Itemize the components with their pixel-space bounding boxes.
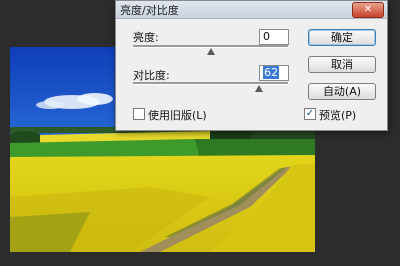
cancel-button-label: 取消 (331, 58, 353, 71)
legacy-checkbox[interactable] (133, 108, 145, 120)
contrast-slider-track[interactable] (133, 82, 288, 85)
contrast-input[interactable]: 62 (259, 65, 289, 81)
ok-button[interactable]: 确定 (308, 29, 376, 46)
brightness-label: 亮度: (133, 31, 159, 44)
close-icon: ✕ (363, 4, 373, 15)
brightness-contrast-dialog: 亮度/对比度 ✕ 亮度: 0 对比度: 62 确定 取消 自动(A) 使用旧版(… (115, 0, 388, 131)
contrast-slider-thumb[interactable] (254, 85, 263, 92)
contrast-label: 对比度: (133, 69, 170, 82)
auto-button-label: 自动(A) (322, 85, 362, 98)
dialog-titlebar[interactable]: 亮度/对比度 ✕ (116, 1, 387, 19)
cancel-button[interactable]: 取消 (308, 56, 376, 73)
checkmark-icon: ✓ (305, 108, 315, 119)
preview-checkbox[interactable]: ✓ (304, 108, 316, 120)
brightness-value: 0 (263, 30, 270, 43)
close-button[interactable]: ✕ (352, 2, 384, 18)
workspace-canvas: 亮度/对比度 ✕ 亮度: 0 对比度: 62 确定 取消 自动(A) 使用旧版(… (0, 0, 400, 266)
preview-checkbox-label: 预览(P) (319, 109, 357, 122)
contrast-value: 62 (263, 66, 279, 79)
legacy-checkbox-label: 使用旧版(L) (148, 109, 207, 122)
brightness-input[interactable]: 0 (259, 29, 289, 45)
brightness-slider-thumb[interactable] (206, 48, 215, 55)
dialog-title: 亮度/对比度 (120, 4, 179, 17)
ok-button-label: 确定 (331, 31, 353, 44)
auto-button[interactable]: 自动(A) (308, 83, 376, 100)
